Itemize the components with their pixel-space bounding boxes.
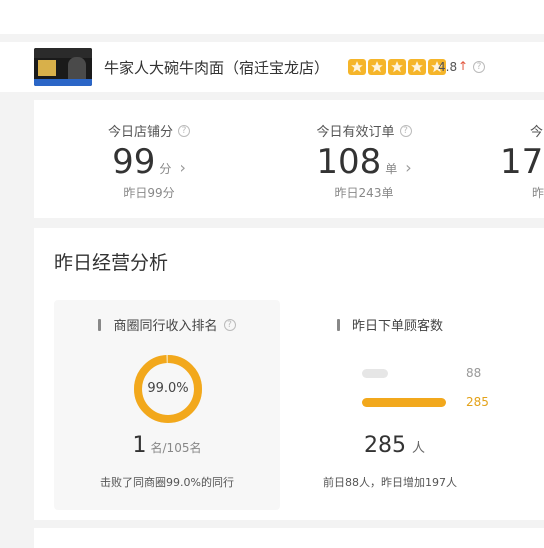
- next-card: [34, 528, 544, 548]
- stat-value: 108: [316, 142, 382, 182]
- stat-store-score[interactable]: 今日店铺分? 99 分 › 昨日99分: [64, 100, 234, 201]
- rating-value: 4.8: [438, 60, 458, 74]
- rank-panel[interactable]: 商圈同行收入排名 ? 99.0% 1 名/105名 击败了同商圈99.0%的同行: [54, 300, 280, 510]
- stat-yesterday: 昨日99分: [123, 186, 175, 200]
- help-icon[interactable]: ?: [223, 318, 236, 331]
- stat-label: 今: [530, 125, 544, 140]
- title-marker: [337, 318, 340, 331]
- customer-bar-label: 285: [466, 395, 489, 409]
- star-icon: [368, 59, 386, 75]
- customer-unit: 人: [412, 441, 426, 456]
- stat-label: 今日店铺分: [107, 125, 173, 140]
- stat-label: 今日有效订单: [316, 125, 395, 140]
- help-icon[interactable]: ?: [399, 124, 412, 137]
- stat-value: 99: [112, 142, 156, 182]
- stat-valid-orders[interactable]: 今日有效订单? 108 单 › 昨日243单: [279, 100, 449, 201]
- customer-bar: [362, 397, 446, 407]
- stat-yesterday: 昨日243单: [334, 186, 394, 200]
- ring-label: 99.0%: [147, 381, 189, 396]
- rank-footer: 击败了同商圈99.0%的同行: [100, 476, 234, 489]
- star-rating: [348, 59, 446, 75]
- stat-value: 17: [500, 142, 544, 182]
- stat-unit: 单: [385, 162, 398, 176]
- customer-panel[interactable]: 昨日下单顾客数 88 285 285 人 前日88人，昨日增加197人: [297, 300, 544, 510]
- star-icon: [408, 59, 426, 75]
- stat-unit: 分: [159, 162, 172, 176]
- rank-total: 名/105名: [150, 441, 202, 455]
- rating-trend-up-icon: ↑: [458, 59, 469, 73]
- today-stats-card: 今日店铺分? 99 分 › 昨日99分 今日有效订单? 108 单 › 昨日24…: [34, 100, 544, 218]
- section-title: 昨日经营分析: [54, 252, 169, 274]
- stat-yesterday: 昨: [532, 186, 544, 200]
- customer-total: 285: [364, 433, 406, 458]
- panel-title: 昨日下单顾客数: [352, 319, 444, 334]
- customer-footer: 前日88人，昨日增加197人: [323, 476, 457, 489]
- customer-bar-row: 88: [362, 366, 481, 380]
- chevron-right-icon[interactable]: ›: [179, 158, 185, 177]
- help-icon[interactable]: ?: [473, 61, 485, 73]
- store-logo: [34, 48, 92, 86]
- yesterday-analysis-card: 昨日经营分析 商圈同行收入排名 ? 99.0% 1 名/105名 击败了同商圈9…: [34, 228, 544, 520]
- customer-bar-label: 88: [466, 366, 482, 380]
- star-icon: [348, 59, 366, 75]
- stat-third[interactable]: 今 17 昨: [500, 100, 544, 201]
- store-name[interactable]: 牛家人大碗牛肉面（宿迁宝龙店）: [104, 57, 329, 78]
- chevron-right-icon[interactable]: ›: [405, 158, 411, 177]
- customer-bar: [362, 368, 388, 378]
- customer-bar-row: 285: [362, 395, 489, 409]
- rank-ring-chart: 99.0%: [133, 354, 203, 424]
- rank-value: 1: [132, 433, 147, 458]
- store-header: 牛家人大碗牛肉面（宿迁宝龙店） 4.8 ↑ ?: [0, 42, 544, 92]
- star-icon: [388, 59, 406, 75]
- top-bar: [0, 0, 544, 34]
- help-icon[interactable]: ?: [178, 124, 190, 137]
- title-marker: [98, 318, 102, 331]
- panel-title: 商圈同行收入排名: [113, 319, 218, 334]
